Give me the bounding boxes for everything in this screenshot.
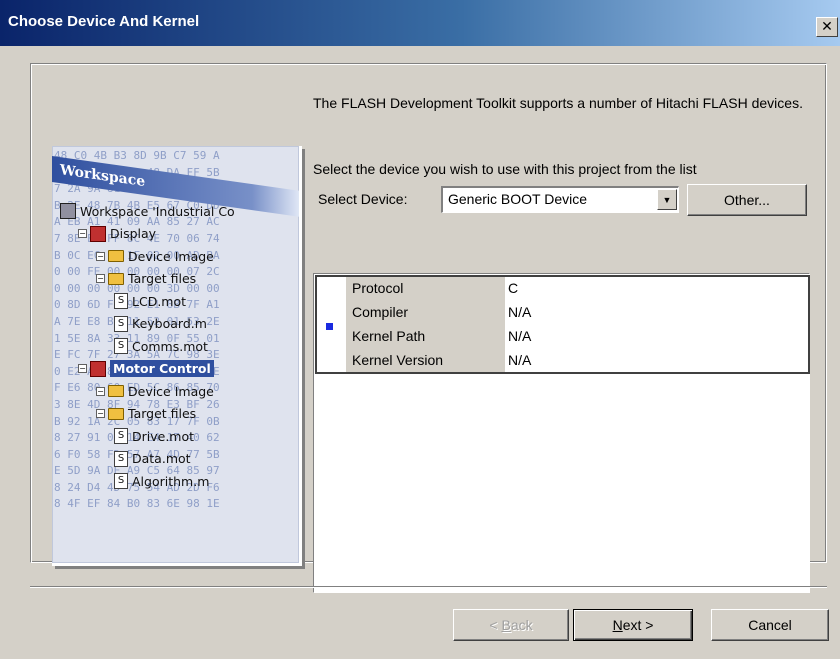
close-button[interactable]: ✕ bbox=[816, 17, 838, 37]
description-text: The FLASH Development Toolkit supports a… bbox=[313, 95, 803, 111]
select-hint-text: Select the device you wish to use with t… bbox=[313, 161, 697, 177]
device-properties-list[interactable]: Protocol C Compiler N/A Kernel Path N/A Kernel… bbox=[313, 273, 810, 593]
next-button-accel: N bbox=[612, 617, 623, 633]
tree-item-label: Comms.mot bbox=[132, 338, 208, 354]
tree-item-label: Motor Control bbox=[110, 360, 214, 378]
workspace-icon bbox=[60, 203, 76, 220]
property-row[interactable]: Kernel Path N/A bbox=[317, 325, 808, 349]
tree-item-label: Device Image bbox=[128, 248, 214, 264]
folder-icon bbox=[108, 407, 124, 420]
back-button-rest: ack bbox=[510, 617, 533, 633]
tree-item: − Motor Control bbox=[60, 358, 299, 381]
tree-item: Workspace 'Industrial Co bbox=[60, 200, 299, 223]
back-button-prefix: < bbox=[489, 617, 502, 633]
tree-item: S LCD.mot bbox=[60, 290, 299, 313]
tree-item-label: Display bbox=[110, 226, 157, 242]
next-button-rest: ext > bbox=[622, 617, 654, 633]
collapse-icon: − bbox=[78, 229, 87, 239]
properties-block[interactable]: Protocol C Compiler N/A Kernel Path N/A Kernel… bbox=[315, 275, 810, 374]
file-icon: S bbox=[114, 450, 128, 467]
next-button[interactable]: Next > bbox=[573, 609, 693, 641]
device-combobox-value: Generic BOOT Device bbox=[448, 191, 588, 207]
file-icon: S bbox=[114, 473, 128, 490]
project-icon bbox=[90, 360, 106, 377]
property-value: N/A bbox=[508, 304, 532, 320]
tree-item-label: Device Image bbox=[128, 383, 214, 399]
tree-item: S Comms.mot bbox=[60, 335, 299, 358]
cancel-button[interactable]: Cancel bbox=[711, 609, 829, 641]
folder-icon bbox=[108, 250, 124, 263]
property-row[interactable]: Kernel Version N/A bbox=[317, 349, 808, 373]
window-title: Choose Device And Kernel bbox=[8, 13, 200, 30]
dropdown-button[interactable]: ▼ bbox=[657, 189, 677, 210]
chevron-down-icon: ▼ bbox=[662, 195, 672, 205]
device-combobox[interactable]: Generic BOOT Device ▼ bbox=[441, 186, 679, 213]
tree-item: S Algorithm.m bbox=[60, 470, 299, 493]
file-icon: S bbox=[114, 428, 128, 445]
back-button-accel: B bbox=[501, 617, 511, 633]
file-icon: S bbox=[114, 315, 128, 332]
collapse-icon: − bbox=[96, 409, 105, 419]
file-icon: S bbox=[114, 293, 128, 310]
tree-item: − Device Image bbox=[60, 380, 299, 403]
collapse-icon: − bbox=[78, 364, 87, 374]
folder-icon bbox=[108, 385, 124, 398]
property-row[interactable]: Protocol C bbox=[317, 277, 808, 301]
file-icon: S bbox=[114, 338, 128, 355]
tree-item-label: Drive.mot bbox=[132, 428, 195, 444]
project-icon bbox=[90, 225, 106, 242]
dialog-body: 48 C0 4B B3 8D 9B C7 59 A5 D0 2D F2 81 4… bbox=[0, 46, 840, 659]
workspace-tree: Workspace 'Industrial Co − Display − Device … bbox=[60, 200, 299, 493]
tree-item: − Device Image bbox=[60, 245, 299, 268]
title-bar: Choose Device And Kernel ✕ bbox=[0, 0, 840, 46]
property-name: Kernel Path bbox=[352, 328, 426, 344]
property-name: Protocol bbox=[352, 280, 404, 296]
property-value: N/A bbox=[508, 352, 532, 368]
property-row[interactable]: Compiler N/A bbox=[317, 301, 808, 325]
collapse-icon: − bbox=[96, 251, 105, 261]
property-name: Kernel Version bbox=[352, 352, 444, 368]
tree-item: S Data.mot bbox=[60, 448, 299, 471]
tree-item-label: Algorithm.m bbox=[132, 473, 210, 489]
close-icon: ✕ bbox=[821, 19, 833, 35]
property-value: C bbox=[508, 280, 519, 296]
tree-item: S Keyboard.m bbox=[60, 313, 299, 336]
select-device-label: Select Device: bbox=[318, 191, 408, 207]
tree-item-label: Target files bbox=[128, 271, 197, 287]
folder-icon bbox=[108, 272, 124, 285]
tree-item-label: LCD.mot bbox=[132, 293, 187, 309]
tree-item: − Target files bbox=[60, 403, 299, 426]
workspace-illustration: 48 C0 4B B3 8D 9B C7 59 A5 D0 2D F2 81 4… bbox=[52, 146, 302, 566]
back-button[interactable]: < Back bbox=[453, 609, 569, 641]
hex-row: 8 4F EF 84 B0 83 6E 98 1E bbox=[54, 497, 220, 511]
tree-item-label: Target files bbox=[128, 406, 197, 422]
property-name: Compiler bbox=[352, 304, 409, 320]
property-value: N/A bbox=[508, 328, 532, 344]
collapse-icon: − bbox=[96, 386, 105, 396]
button-separator bbox=[30, 586, 827, 588]
tree-item: − Display bbox=[60, 223, 299, 246]
tree-item-label: Data.mot bbox=[132, 451, 191, 467]
other-button[interactable]: Other... bbox=[687, 184, 807, 216]
tree-item: − Target files bbox=[60, 268, 299, 291]
tree-item: S Drive.mot bbox=[60, 425, 299, 448]
tree-item-label: Keyboard.m bbox=[132, 316, 207, 332]
tree-item-label: Workspace 'Industrial Co bbox=[80, 203, 235, 219]
collapse-icon: − bbox=[96, 274, 105, 284]
